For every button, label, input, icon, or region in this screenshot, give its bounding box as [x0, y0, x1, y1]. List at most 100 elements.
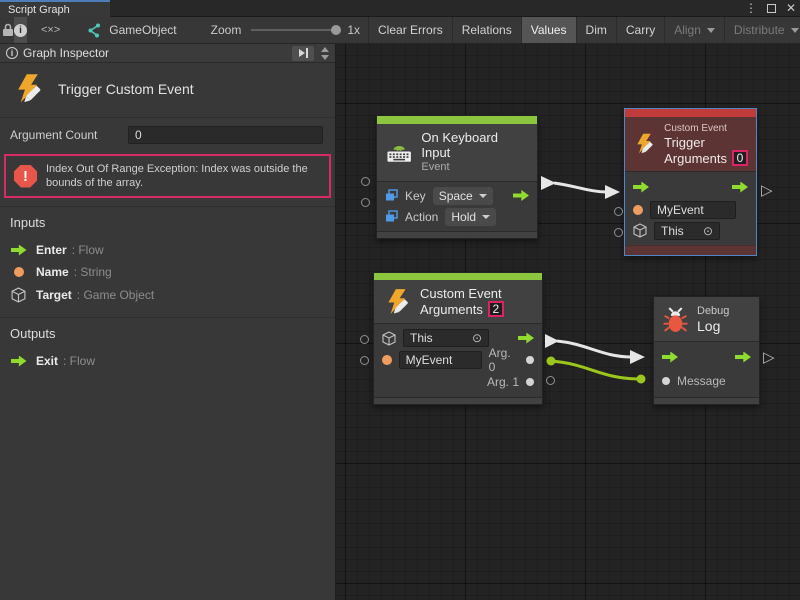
message-input-port[interactable] — [662, 377, 670, 385]
error-message-box: ! Index Out Of Range Exception: Index wa… — [4, 154, 331, 198]
dock-button[interactable] — [292, 46, 314, 61]
arg1-label: Arg. 1 — [487, 375, 519, 389]
node-header: Debug Log — [654, 297, 759, 341]
message-label: Message — [677, 374, 726, 388]
event-name-row: MyEvent — [625, 199, 756, 220]
kebab-menu-icon[interactable]: ⋮ — [745, 0, 757, 17]
inspector-toggle-button[interactable]: i — [14, 17, 27, 43]
port-key-input[interactable] — [361, 177, 370, 186]
argument-count-label: Argument Count — [10, 128, 128, 142]
node-title: Log — [697, 319, 729, 334]
node-kicker: Custom Event — [664, 122, 748, 135]
gameobject-label: GameObject — [109, 23, 176, 37]
zoom-value: 1x — [347, 23, 360, 37]
port-target-input[interactable] — [360, 335, 369, 344]
outputs-section: Outputs Exit : Flow — [0, 317, 335, 382]
info-icon: i — [6, 47, 18, 59]
argument-count-row: Argument Count 0 — [0, 118, 335, 150]
error-icon: ! — [14, 165, 37, 188]
graph-owner-icon — [86, 23, 102, 38]
values-button[interactable]: Values — [521, 17, 576, 43]
key-row: Key Space — [377, 185, 537, 206]
arguments-count-badge[interactable]: 0 — [732, 150, 748, 166]
flow-output-port[interactable] — [735, 352, 751, 363]
graph-variable-icon — [385, 210, 398, 223]
message-row: Message — [654, 369, 759, 393]
port-arg1-output[interactable] — [546, 376, 555, 385]
carry-button[interactable]: Carry — [616, 17, 664, 43]
error-color-bar — [625, 109, 756, 117]
port-name-input[interactable] — [614, 207, 623, 216]
zoom-slider-handle[interactable] — [331, 25, 341, 35]
target-field[interactable]: This ⊙ — [403, 329, 489, 347]
gameobject-port-icon[interactable] — [382, 331, 396, 346]
port-target-input[interactable] — [614, 228, 623, 237]
flow-arrow-icon — [11, 356, 27, 367]
input-pin-name: Name : String — [10, 261, 325, 283]
string-port[interactable] — [382, 355, 392, 365]
node-title: Trigger — [664, 135, 748, 150]
node-footer — [625, 245, 756, 255]
arg1-output-port[interactable] — [526, 378, 534, 386]
action-dropdown[interactable]: Hold — [445, 208, 496, 226]
node-body: Key Space Action Hold — [377, 181, 537, 231]
flow-row — [625, 175, 756, 199]
flow-output-port[interactable] — [513, 190, 529, 201]
zoom-slider[interactable] — [251, 29, 339, 31]
node-debug-log[interactable]: Debug Log Message — [653, 296, 760, 405]
lock-icon — [2, 23, 14, 37]
port-name-input[interactable] — [360, 356, 369, 365]
graph-variable-icon — [385, 189, 398, 202]
arg0-label: Arg. 0 — [489, 346, 520, 374]
maximize-icon[interactable] — [767, 4, 776, 13]
arg1-row: Arg. 1 — [374, 371, 542, 393]
key-label: Key — [405, 189, 426, 203]
node-trigger-custom-event[interactable]: Custom Event Trigger Arguments 0 MyEvent — [624, 108, 757, 256]
flow-input-port[interactable] — [633, 182, 649, 193]
distribute-dropdown[interactable]: Distribute — [724, 17, 800, 43]
event-name-row: MyEvent Arg. 0 — [374, 349, 542, 371]
target-picker-icon[interactable]: ⊙ — [703, 223, 713, 239]
arguments-count-badge[interactable]: 2 — [488, 301, 504, 317]
arguments-line: Arguments 0 — [664, 150, 748, 166]
flow-row — [654, 345, 759, 369]
inspector-title: Graph Inspector — [23, 46, 292, 60]
node-title: Custom Event — [420, 286, 504, 301]
node-body: This ⊙ MyEvent Arg. 0 Arg. 1 — [374, 323, 542, 397]
flow-output-port[interactable] — [518, 333, 534, 344]
gameobject-port-icon[interactable] — [633, 223, 647, 238]
node-custom-event[interactable]: Custom Event Arguments 2 This ⊙ MyEvent … — [373, 272, 543, 405]
unity-visual-scripting-window: Script Graph ⋮ ✕ i <×> GameObject Zoom 1… — [0, 0, 800, 600]
relations-button[interactable]: Relations — [452, 17, 521, 43]
flow-arrow-icon — [11, 245, 27, 256]
key-dropdown[interactable]: Space — [433, 187, 493, 205]
lock-button[interactable] — [2, 17, 14, 43]
argument-count-input[interactable]: 0 — [128, 126, 323, 144]
node-body: Message — [654, 341, 759, 397]
flow-continuation-icon: ▷ — [761, 183, 773, 198]
gameobject-breadcrumb[interactable]: GameObject — [86, 17, 176, 43]
panel-spinner[interactable] — [319, 47, 331, 60]
event-name-field[interactable]: MyEvent — [650, 201, 736, 219]
string-port[interactable] — [633, 205, 643, 215]
clear-errors-button[interactable]: Clear Errors — [368, 17, 452, 43]
flow-continuation-icon: ▷ — [763, 350, 775, 365]
tab-script-graph[interactable]: Script Graph — [0, 0, 110, 17]
string-port-icon — [14, 267, 24, 277]
arg0-output-port[interactable] — [526, 356, 534, 364]
dim-button[interactable]: Dim — [576, 17, 616, 43]
node-title: On Keyboard Input — [421, 130, 528, 160]
code-view-button[interactable]: <×> — [41, 17, 60, 43]
info-icon: i — [14, 24, 27, 37]
node-on-keyboard-input[interactable]: On Keyboard Input Event Key Space Action… — [376, 115, 538, 239]
flow-input-port[interactable] — [662, 352, 678, 363]
event-name-field[interactable]: MyEvent — [399, 351, 482, 369]
target-field[interactable]: This ⊙ — [654, 222, 720, 240]
caret-down-icon — [479, 194, 487, 198]
close-icon[interactable]: ✕ — [786, 0, 796, 17]
port-action-input[interactable] — [361, 198, 370, 207]
flow-output-port[interactable] — [732, 182, 748, 193]
target-picker-icon[interactable]: ⊙ — [472, 330, 482, 346]
align-dropdown[interactable]: Align — [664, 17, 724, 43]
caret-down-icon — [791, 28, 799, 33]
